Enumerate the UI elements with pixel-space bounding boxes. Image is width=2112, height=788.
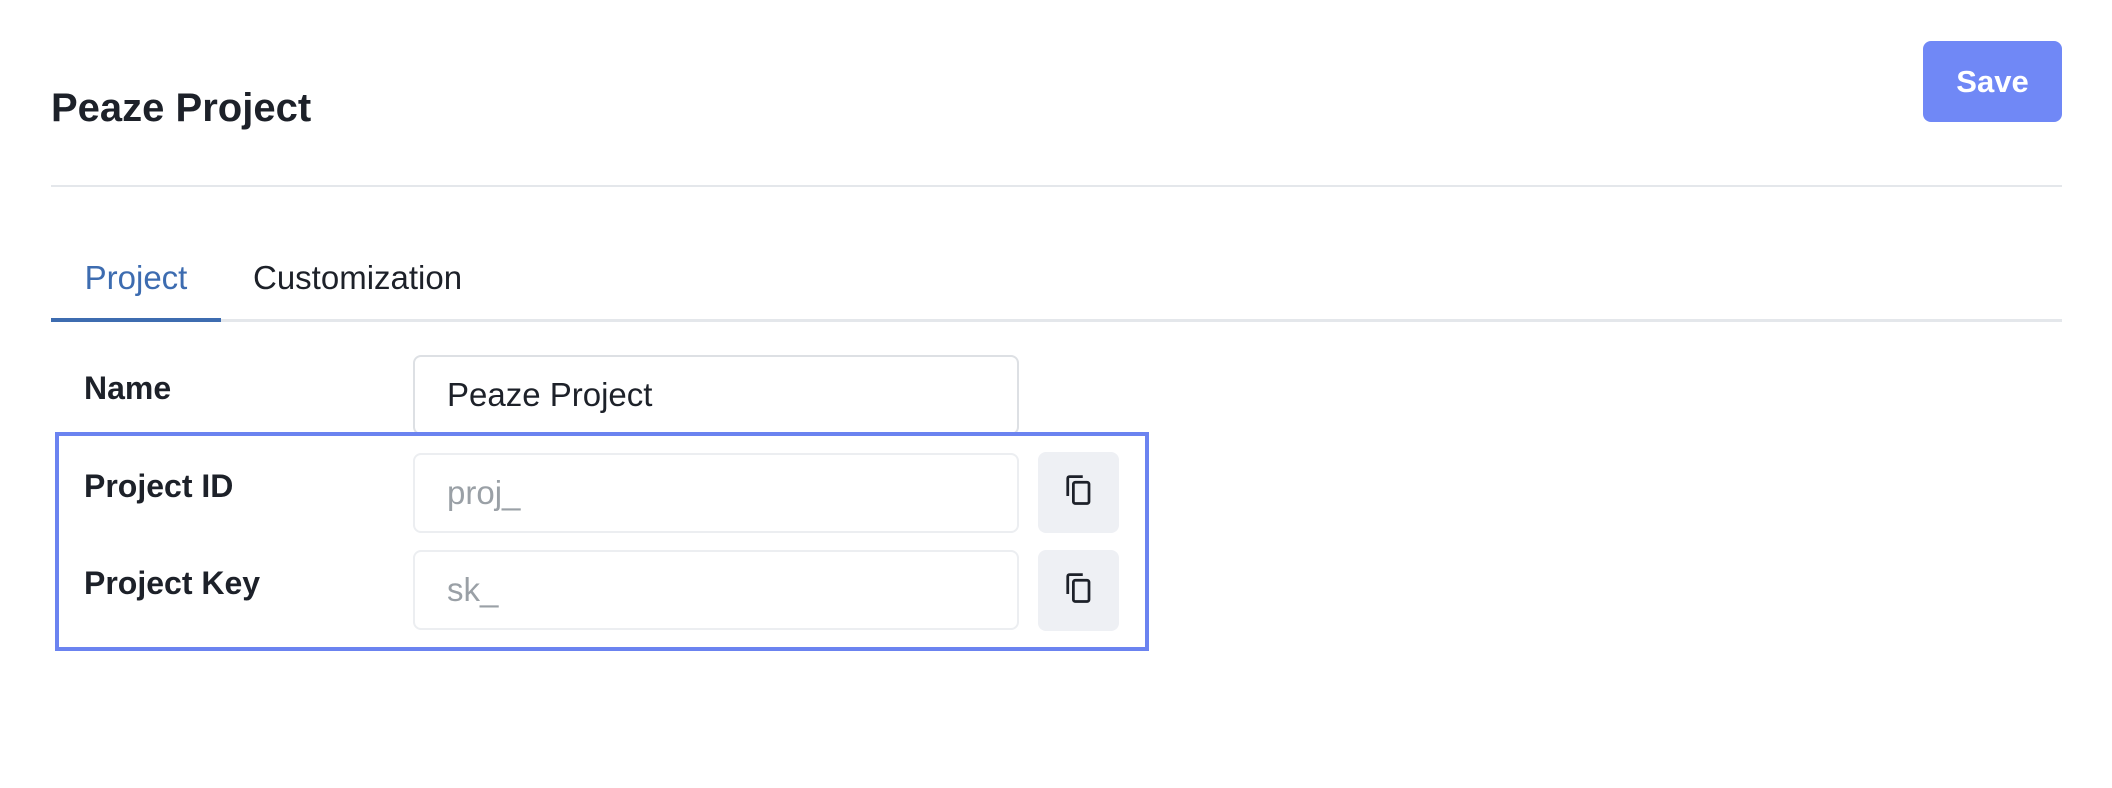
tab-project[interactable]: Project bbox=[51, 250, 221, 322]
project-id-field[interactable] bbox=[413, 453, 1019, 533]
header-divider bbox=[51, 185, 2062, 187]
copy-project-id-button[interactable] bbox=[1038, 452, 1119, 533]
project-id-label: Project ID bbox=[84, 468, 234, 504]
project-settings-page: Peaze Project Save Project Customization… bbox=[0, 0, 2112, 788]
tab-bar: Project Customization bbox=[51, 250, 2062, 322]
copy-icon bbox=[1064, 474, 1094, 511]
name-label: Name bbox=[84, 370, 172, 406]
page-title: Peaze Project bbox=[51, 85, 312, 130]
tab-customization[interactable]: Customization bbox=[253, 250, 462, 322]
name-input[interactable] bbox=[413, 355, 1019, 435]
copy-project-key-button[interactable] bbox=[1038, 550, 1119, 631]
project-key-field[interactable] bbox=[413, 550, 1019, 630]
save-button[interactable]: Save bbox=[1923, 41, 2062, 122]
project-key-label: Project Key bbox=[84, 565, 261, 601]
copy-icon bbox=[1064, 572, 1094, 609]
